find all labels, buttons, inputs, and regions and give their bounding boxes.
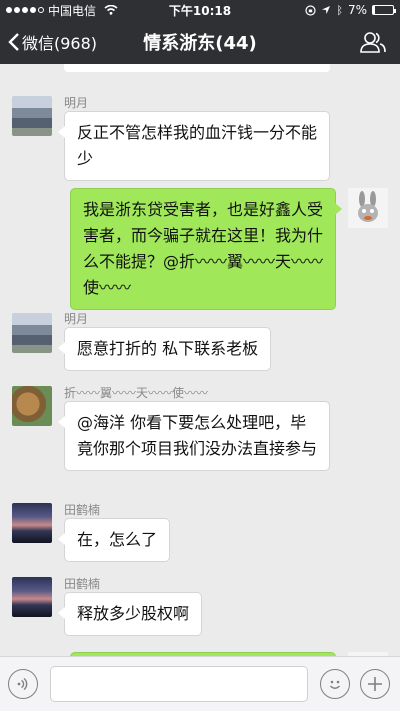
navigation-bar: 微信(968) 情系浙东(44) bbox=[0, 20, 400, 64]
top-bar: 中国电信 下午10:18 ᛒ 7% 微信(968) 情系浙东(44) bbox=[0, 0, 400, 64]
sender-name: 田鹤楠 bbox=[64, 503, 101, 517]
sender-name: 明月 bbox=[64, 312, 89, 326]
back-label: 微信(968) bbox=[22, 34, 98, 53]
wifi-icon bbox=[104, 5, 118, 15]
rabbit-avatar-icon bbox=[358, 191, 378, 222]
avatar[interactable] bbox=[12, 503, 52, 543]
voice-button[interactable] bbox=[8, 669, 38, 699]
message-bubble-sent[interactable]: 我是浙东贷受害者，也是好鑫人受害者，而今骗子就在这里！我为什么不能提？@折〰〰翼… bbox=[70, 188, 342, 310]
location-icon bbox=[322, 6, 331, 14]
battery-percent: 7% bbox=[347, 3, 367, 17]
back-button[interactable]: 微信(968) bbox=[0, 30, 97, 54]
battery-icon bbox=[372, 5, 396, 15]
partial-message-bubble bbox=[64, 64, 330, 72]
back-chevron-icon bbox=[8, 33, 19, 51]
group-members-icon[interactable] bbox=[360, 30, 386, 54]
avatar[interactable] bbox=[12, 577, 52, 617]
input-bar bbox=[0, 656, 400, 711]
emoji-button[interactable] bbox=[320, 669, 350, 699]
sender-name: 明月 bbox=[64, 96, 89, 110]
rotation-lock-icon bbox=[305, 4, 316, 16]
avatar[interactable] bbox=[12, 313, 52, 353]
signal-dots-icon bbox=[6, 7, 44, 13]
avatar[interactable] bbox=[12, 386, 52, 426]
carrier-label: 中国电信 bbox=[48, 3, 97, 18]
self-avatar[interactable] bbox=[348, 188, 388, 228]
message-input[interactable] bbox=[50, 666, 308, 702]
more-button[interactable] bbox=[360, 669, 390, 699]
sender-name: 田鹤楠 bbox=[64, 577, 101, 591]
status-bar: 中国电信 下午10:18 ᛒ 7% bbox=[0, 0, 400, 20]
voice-icon bbox=[17, 677, 28, 691]
message-bubble[interactable]: 释放多少股权啊 bbox=[57, 592, 203, 636]
chat-area[interactable]: 明月 反正不管怎样我的血汗钱一分不能少 我是浙东贷受害者，也是好鑫人受害者，而今… bbox=[0, 64, 400, 656]
message-bubble[interactable]: 愿意打折的 私下联系老板 bbox=[57, 327, 272, 371]
emoji-icon bbox=[330, 680, 340, 689]
message-bubble[interactable]: @海洋 你看下要怎么处理吧，毕竟你那个项目我们没办法直接参与 bbox=[58, 401, 330, 471]
message-bubble[interactable]: 反正不管怎样我的血汗钱一分不能少 bbox=[58, 111, 330, 181]
sender-name: 折〰〰翼〰〰天〰〰使〰〰 bbox=[64, 386, 209, 400]
plus-icon bbox=[368, 677, 382, 691]
avatar[interactable] bbox=[12, 96, 52, 136]
bluetooth-icon: ᛒ bbox=[336, 3, 343, 17]
message-bubble[interactable]: 在，怎么了 bbox=[57, 518, 171, 562]
